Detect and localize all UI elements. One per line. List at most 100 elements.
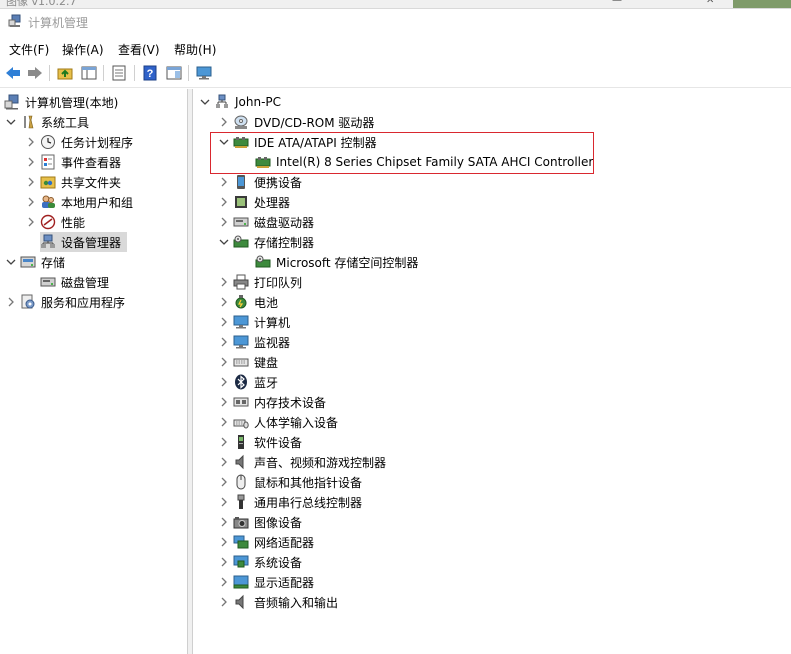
chevron-right-icon[interactable]	[218, 436, 230, 448]
monitor-icon	[233, 314, 249, 330]
chevron-right-icon[interactable]	[25, 156, 37, 168]
device-category-disk-drives[interactable]: 磁盘驱动器	[218, 212, 314, 232]
storage-controller-icon	[233, 234, 249, 250]
device-category-mouse[interactable]: 鼠标和其他指针设备	[218, 472, 362, 492]
tree-item-shared-folders[interactable]: 共享文件夹	[25, 172, 121, 192]
background-window-strip: 图像 v1.0.2.7 — ✕	[0, 0, 791, 9]
device-item-storage-spaces[interactable]: Microsoft 存储空间控制器	[255, 252, 418, 272]
chevron-right-icon[interactable]	[218, 476, 230, 488]
chevron-right-icon[interactable]	[25, 196, 37, 208]
device-category-portable[interactable]: 便携设备	[218, 172, 302, 192]
chevron-right-icon[interactable]	[218, 496, 230, 508]
chevron-right-icon[interactable]	[218, 116, 230, 128]
menu-action[interactable]: 操作(A)	[62, 41, 104, 58]
device-category-usb[interactable]: 通用串行总线控制器	[218, 492, 362, 512]
chevron-down-icon[interactable]	[5, 256, 17, 268]
device-category-audio-io[interactable]: 音频输入和输出	[218, 592, 338, 612]
toolbar-separator	[103, 65, 104, 81]
device-category-sound[interactable]: 声音、视频和游戏控制器	[218, 452, 386, 472]
chevron-right-icon[interactable]	[218, 396, 230, 408]
computer-management-icon	[4, 94, 20, 110]
event-viewer-icon	[40, 154, 56, 170]
chevron-right-icon[interactable]	[218, 516, 230, 528]
tree-item-label: 音频输入和输出	[254, 595, 339, 610]
help-icon[interactable]: ?	[140, 63, 160, 83]
monitor-icon[interactable]	[194, 63, 214, 83]
printer-icon	[233, 274, 249, 290]
tree-item-device-manager[interactable]: 设备管理器	[40, 232, 127, 252]
chevron-right-icon[interactable]	[218, 536, 230, 548]
forward-icon[interactable]	[25, 63, 45, 83]
device-item-sata-ahci[interactable]: Intel(R) 8 Series Chipset Family SATA AH…	[255, 152, 593, 172]
chevron-right-icon[interactable]	[25, 176, 37, 188]
chevron-right-icon[interactable]	[218, 176, 230, 188]
tree-item-label: John-PC	[235, 95, 282, 109]
background-close-button[interactable]: ✕	[706, 0, 714, 6]
tree-item-performance[interactable]: 性能	[25, 212, 85, 232]
tree-item-system-tools[interactable]: 系统工具	[5, 112, 89, 132]
device-category-processor[interactable]: 处理器	[218, 192, 290, 212]
chevron-right-icon[interactable]	[218, 296, 230, 308]
chevron-right-icon[interactable]	[25, 136, 37, 148]
chevron-right-icon[interactable]	[218, 556, 230, 568]
tree-item-root[interactable]: 计算机管理(本地)	[4, 92, 118, 112]
back-icon[interactable]	[3, 63, 23, 83]
device-category-imaging[interactable]: 图像设备	[218, 512, 302, 532]
chevron-right-icon[interactable]	[218, 336, 230, 348]
device-tree-root[interactable]: John-PC	[199, 92, 281, 112]
show-tree-icon[interactable]	[79, 63, 99, 83]
menu-help[interactable]: 帮助(H)	[174, 41, 216, 58]
chevron-down-icon[interactable]	[199, 96, 211, 108]
chevron-right-icon[interactable]	[5, 296, 17, 308]
chevron-down-icon[interactable]	[218, 236, 230, 248]
device-category-storage-controllers[interactable]: 存储控制器	[218, 232, 314, 252]
tree-item-label: 存储控制器	[254, 235, 315, 250]
device-category-dvd[interactable]: DVD/CD-ROM 驱动器	[218, 112, 374, 132]
device-category-memory-tech[interactable]: 内存技术设备	[218, 392, 326, 412]
tree-item-task-scheduler[interactable]: 任务计划程序	[25, 132, 133, 152]
device-category-software[interactable]: 软件设备	[218, 432, 302, 452]
device-manager-icon	[40, 234, 56, 250]
users-icon	[40, 194, 56, 210]
device-category-keyboards[interactable]: 键盘	[218, 352, 278, 372]
portable-device-icon	[233, 174, 249, 190]
device-category-battery[interactable]: 电池	[218, 292, 278, 312]
device-category-bluetooth[interactable]: 蓝牙	[218, 372, 278, 392]
tree-item-local-users[interactable]: 本地用户和组	[25, 192, 133, 212]
menu-view[interactable]: 查看(V)	[118, 41, 160, 58]
chevron-down-icon[interactable]	[218, 136, 230, 148]
chevron-right-icon[interactable]	[218, 316, 230, 328]
chevron-down-icon[interactable]	[5, 116, 17, 128]
tools-icon	[20, 114, 36, 130]
device-category-computer[interactable]: 计算机	[218, 312, 290, 332]
chevron-right-icon[interactable]	[218, 376, 230, 388]
background-minimize-button[interactable]: —	[612, 0, 622, 6]
chevron-right-icon[interactable]	[25, 216, 37, 228]
chevron-right-icon[interactable]	[218, 276, 230, 288]
device-category-system[interactable]: 系统设备	[218, 552, 302, 572]
device-category-monitors[interactable]: 监视器	[218, 332, 290, 352]
menu-file[interactable]: 文件(F)	[9, 41, 49, 58]
up-folder-icon[interactable]	[55, 63, 75, 83]
chevron-right-icon[interactable]	[218, 416, 230, 428]
device-category-print-queue[interactable]: 打印队列	[218, 272, 302, 292]
processor-icon	[233, 194, 249, 210]
device-category-hid[interactable]: 人体学输入设备	[218, 412, 338, 432]
device-category-network[interactable]: 网络适配器	[218, 532, 314, 552]
device-category-display[interactable]: 显示适配器	[218, 572, 314, 592]
properties-icon[interactable]	[109, 63, 129, 83]
tree-item-disk-management[interactable]: 磁盘管理	[40, 272, 109, 292]
chevron-right-icon[interactable]	[218, 576, 230, 588]
tree-item-services-apps[interactable]: 服务和应用程序	[5, 292, 125, 312]
battery-icon	[233, 294, 249, 310]
chevron-right-icon[interactable]	[218, 596, 230, 608]
device-category-ide[interactable]: IDE ATA/ATAPI 控制器	[218, 132, 377, 152]
chevron-right-icon[interactable]	[218, 356, 230, 368]
chevron-right-icon[interactable]	[218, 456, 230, 468]
view-icon[interactable]	[164, 63, 184, 83]
tree-item-event-viewer[interactable]: 事件查看器	[25, 152, 121, 172]
tree-item-storage[interactable]: 存储	[5, 252, 65, 272]
bluetooth-icon	[233, 374, 249, 390]
chevron-right-icon[interactable]	[218, 196, 230, 208]
chevron-right-icon[interactable]	[218, 216, 230, 228]
